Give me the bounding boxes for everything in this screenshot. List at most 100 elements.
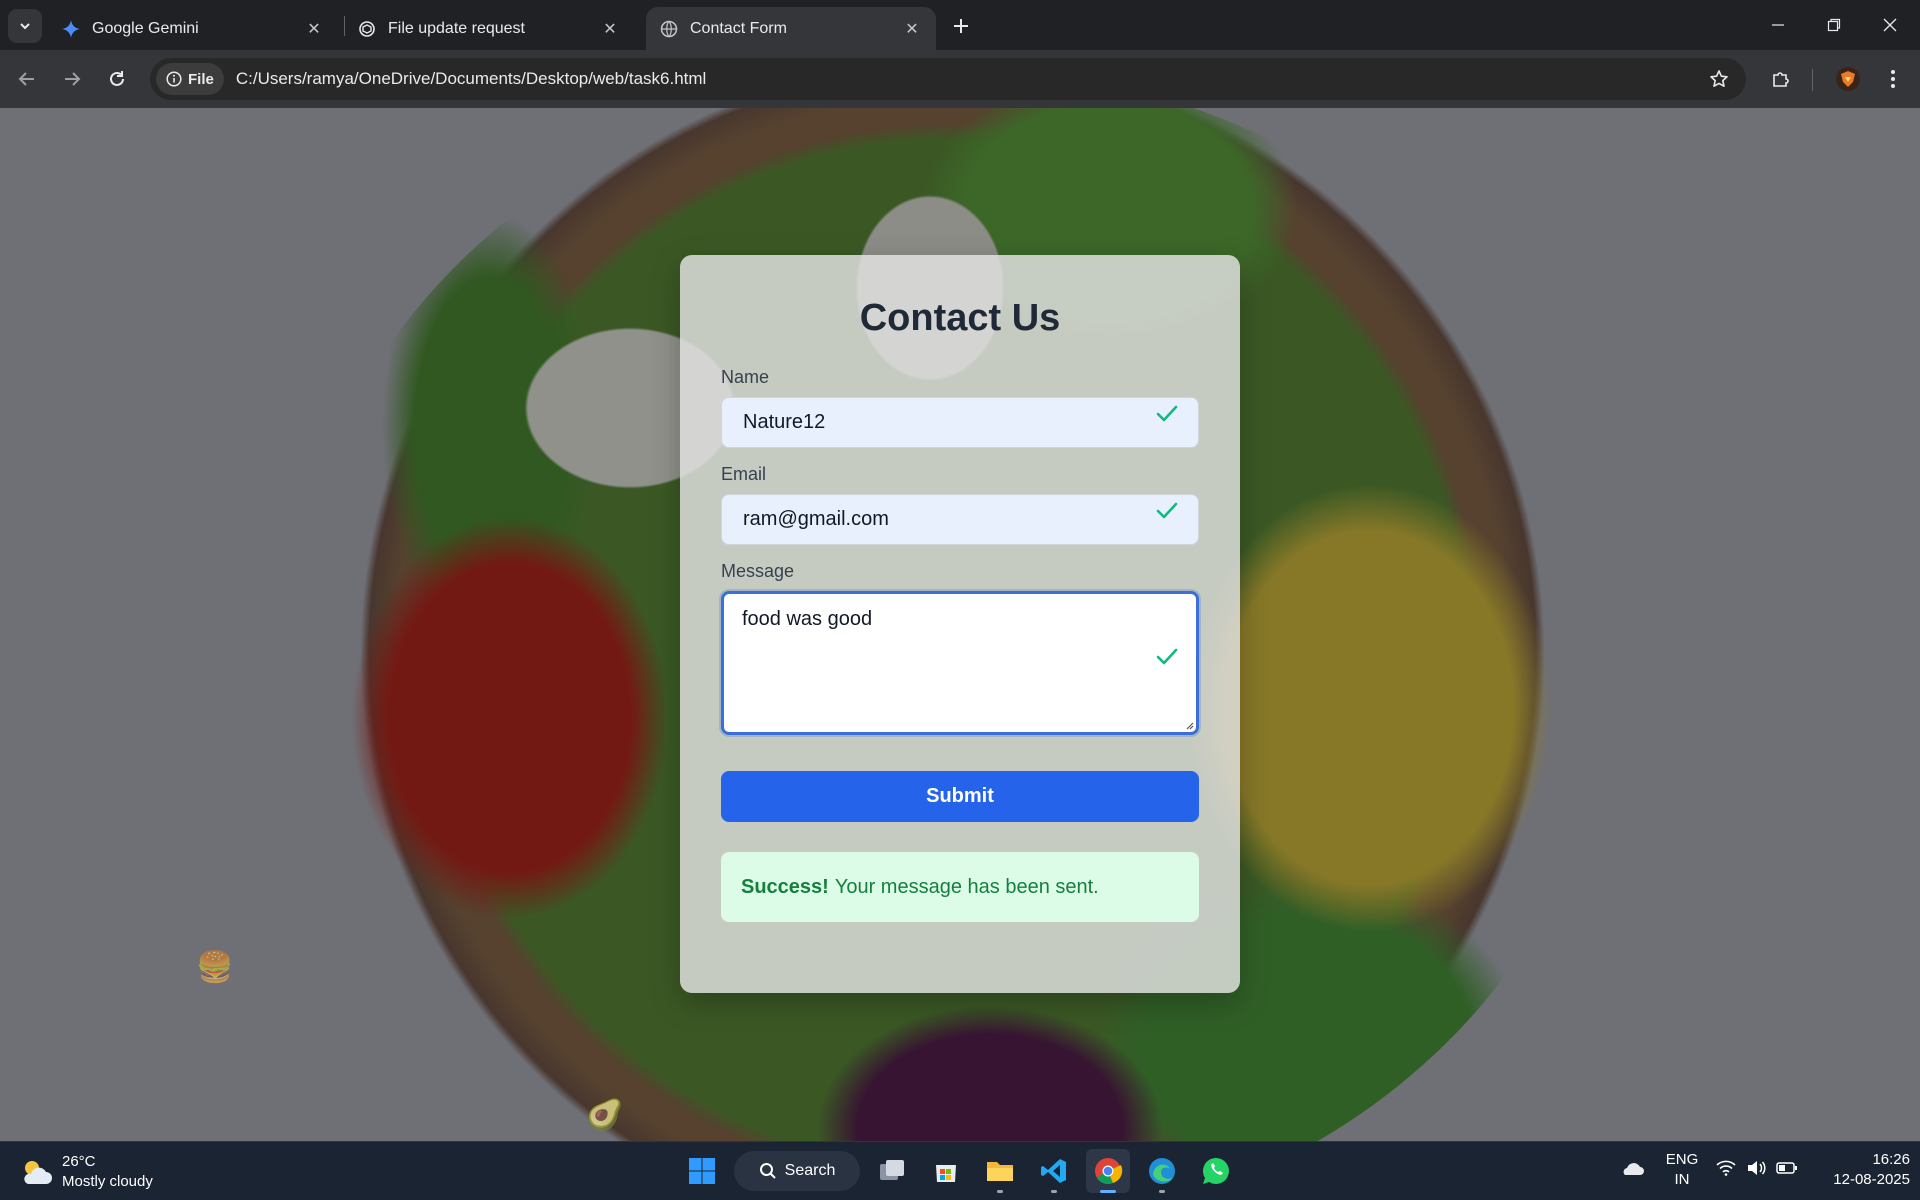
tab-title: Google Gemini [92, 19, 199, 37]
weather-widget[interactable]: 26°C Mostly cloudy [20, 1152, 153, 1192]
message-textarea[interactable]: food was good [721, 591, 1199, 735]
profile-button[interactable] [1831, 62, 1865, 96]
message-label: Message [721, 561, 795, 581]
task-view-icon [880, 1160, 904, 1180]
tab-contact-form[interactable]: Contact Form ✕ [646, 7, 936, 50]
name-label: Name [721, 367, 770, 387]
chevron-down-icon [20, 23, 30, 30]
gemini-icon [62, 19, 80, 38]
running-indicator [997, 1190, 1003, 1193]
clock[interactable]: 16:26 12-08-2025 [1812, 1150, 1910, 1190]
vscode-icon [1041, 1159, 1066, 1183]
language-code: ENG [1665, 1151, 1699, 1168]
form-title: Contact Us [859, 297, 1061, 339]
whatsapp-icon [1202, 1157, 1229, 1184]
menu-button[interactable] [1876, 62, 1910, 96]
forward-button[interactable] [55, 62, 89, 96]
search-icon [759, 1163, 776, 1179]
store-icon [936, 1165, 956, 1182]
battery-icon [1776, 1162, 1797, 1174]
vscode-button[interactable] [1032, 1149, 1076, 1193]
contact-form-card: Contact Us Name Nature12 Email ram@gmail… [680, 255, 1240, 993]
info-icon [166, 71, 182, 87]
close-icon [1883, 18, 1897, 32]
puzzle-icon [1773, 72, 1789, 87]
url-text[interactable]: C:/Users/ramya/OneDrive/Documents/Deskto… [236, 69, 707, 89]
restore-button[interactable] [1806, 0, 1862, 50]
page-viewport: 🍔 🥑 Contact Us Name Nature12 Email ram@g… [0, 108, 1920, 1141]
windows-taskbar: 26°C Mostly cloudy Search ENG IN 16:26 1… [0, 1141, 1920, 1200]
running-indicator [1100, 1190, 1116, 1193]
email-input[interactable]: ram@gmail.com [721, 494, 1199, 545]
start-button[interactable] [680, 1149, 724, 1193]
email-label: Email [721, 464, 767, 484]
minimize-button[interactable] [1750, 0, 1806, 50]
check-icon [1156, 502, 1178, 519]
system-tray-icons[interactable] [1716, 1160, 1798, 1176]
region-code: IN [1674, 1171, 1690, 1188]
arrow-left-icon [18, 72, 34, 86]
submit-button[interactable]: Submit [721, 771, 1199, 822]
plus-icon [954, 19, 968, 33]
tab-title: File update request [388, 19, 525, 37]
avatar [1836, 67, 1860, 91]
reload-icon [110, 71, 124, 86]
success-message: Your message has been sent. [834, 875, 1099, 898]
check-icon [1156, 648, 1178, 665]
avocado-icon: 🥑 [586, 1099, 624, 1132]
chrome-button[interactable] [1086, 1149, 1130, 1193]
wifi-icon [1716, 1160, 1736, 1176]
openai-icon [358, 20, 376, 38]
cloudy-weather-icon [24, 1161, 52, 1184]
whatsapp-button[interactable] [1194, 1149, 1238, 1193]
tab-strip: Google Gemini ✕ File update request ✕ Co… [0, 0, 1920, 50]
weather-description: Mostly cloudy [62, 1173, 153, 1190]
microsoft-store-button[interactable] [924, 1149, 968, 1193]
file-explorer-button[interactable] [978, 1149, 1022, 1193]
tab-google-gemini[interactable]: Google Gemini ✕ [48, 7, 338, 50]
new-tab-button[interactable] [946, 11, 976, 41]
edge-button[interactable] [1140, 1149, 1184, 1193]
reload-button[interactable] [100, 62, 134, 96]
close-tab-icon[interactable]: ✕ [902, 19, 922, 39]
taskbar-search-label: Search [784, 1162, 836, 1179]
onedrive-tray-icon[interactable] [1620, 1160, 1644, 1182]
success-alert: Success! Your message has been sent. [721, 852, 1199, 922]
close-tab-icon[interactable]: ✕ [600, 19, 620, 39]
email-input-value: ram@gmail.com [743, 508, 889, 530]
resize-handle-icon[interactable] [1184, 720, 1194, 730]
back-button[interactable] [10, 62, 44, 96]
edge-icon [1149, 1158, 1175, 1184]
clock-time: 16:26 [1872, 1151, 1910, 1168]
success-strong: Success! [741, 875, 829, 898]
message-textarea-value: food was good [742, 608, 873, 630]
tab-search-button[interactable] [8, 9, 42, 43]
browser-toolbar: File C:/Users/ramya/OneDrive/Documents/D… [0, 50, 1920, 108]
running-indicator [1051, 1190, 1057, 1193]
running-indicator [1159, 1190, 1165, 1193]
check-icon [1156, 405, 1178, 422]
folder-icon [987, 1162, 1013, 1181]
chrome-icon [1095, 1158, 1123, 1185]
restore-icon [1827, 18, 1841, 32]
volume-icon [1748, 1161, 1766, 1175]
taskbar-search[interactable]: Search [734, 1151, 860, 1191]
language-indicator[interactable]: ENG IN [1662, 1150, 1702, 1190]
task-view-button[interactable] [870, 1149, 914, 1193]
globe-icon [660, 20, 678, 38]
close-window-button[interactable] [1862, 0, 1918, 50]
extensions-button[interactable] [1764, 62, 1798, 96]
cloud-icon [1623, 1163, 1644, 1175]
address-bar[interactable]: File C:/Users/ramya/OneDrive/Documents/D… [150, 58, 1746, 100]
close-tab-icon[interactable]: ✕ [304, 19, 324, 39]
more-vertical-icon [1891, 70, 1895, 88]
tab-file-update-request[interactable]: File update request ✕ [344, 7, 634, 50]
site-info-chip[interactable]: File [156, 63, 224, 95]
clock-date: 12-08-2025 [1833, 1171, 1910, 1188]
minimize-icon [1772, 24, 1784, 26]
star-icon [1710, 70, 1728, 87]
name-input[interactable]: Nature12 [721, 397, 1199, 448]
taskbar-apps: Search [680, 1149, 1238, 1193]
weather-temperature: 26°C [62, 1153, 96, 1170]
bookmark-star-button[interactable] [1706, 66, 1732, 92]
